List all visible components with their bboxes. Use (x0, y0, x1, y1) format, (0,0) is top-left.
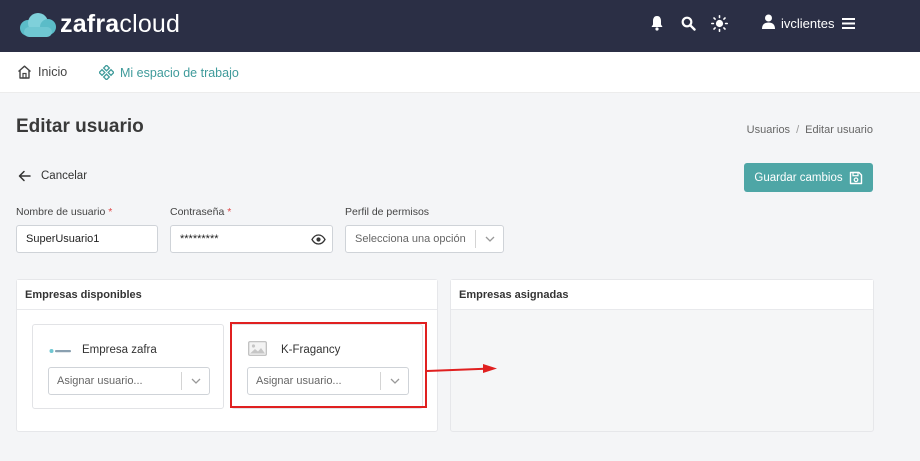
password-label: Contraseña * (170, 206, 231, 218)
logo-text-light: cloud (119, 10, 181, 38)
username-label-text: Nombre de usuario (16, 206, 106, 218)
cancel-label: Cancelar (41, 170, 88, 182)
perfil-placeholder: Selecciona una opción (355, 233, 466, 245)
assign-user-placeholder: Asignar usuario... (57, 375, 143, 387)
top-actions (648, 14, 741, 32)
required-mark: * (227, 206, 232, 218)
save-button[interactable]: Guardar cambios (744, 163, 873, 192)
sun-icon[interactable] (710, 14, 728, 32)
arrow-right-annotation-icon (427, 364, 497, 373)
nav-workspace-label: Mi espacio de trabajo (120, 65, 239, 80)
highlight-annotation (230, 322, 427, 408)
nav-home-label: Inicio (38, 65, 68, 79)
logo-text-bold: zafra (60, 10, 120, 38)
nav-bar: Inicio Mi espacio de trabajo (0, 52, 920, 93)
required-mark: * (108, 206, 113, 218)
available-companies-title: Empresas disponibles (17, 280, 437, 310)
top-bar: zafracloud ivclientes (0, 0, 920, 52)
username-value: SuperUsuario1 (26, 233, 100, 245)
password-field[interactable]: ********* (170, 225, 333, 253)
bell-icon[interactable] (648, 14, 666, 32)
assigned-companies-panel: Empresas asignadas (450, 279, 874, 432)
company-logo-icon (49, 345, 73, 357)
page-title: Editar usuario (16, 116, 144, 137)
user-menu[interactable]: ivclientes (762, 14, 856, 33)
breadcrumb-separator: / (796, 124, 800, 136)
username-label: Nombre de usuario * (16, 206, 112, 218)
zafracloud-logo[interactable]: zafracloud (18, 10, 180, 39)
breadcrumb: Usuarios / Editar usuario (747, 124, 873, 136)
breadcrumb-usuarios[interactable]: Usuarios (747, 124, 790, 136)
cloud-logo-icon (18, 11, 58, 39)
company-name: Empresa zafra (82, 344, 157, 356)
nav-workspace[interactable]: Mi espacio de trabajo (99, 65, 239, 80)
perfil-select[interactable]: Selecciona una opción (345, 225, 504, 253)
home-icon (18, 65, 31, 79)
workspace-icon (99, 65, 114, 80)
user-icon (762, 14, 775, 33)
username-field[interactable]: SuperUsuario1 (16, 225, 158, 253)
breadcrumb-current: Editar usuario (805, 124, 873, 136)
nav-home[interactable]: Inicio (17, 65, 67, 79)
save-label: Guardar cambios (754, 171, 843, 184)
cancel-button[interactable]: Cancelar (18, 170, 87, 182)
menu-icon[interactable] (842, 14, 856, 33)
assign-user-select[interactable]: Asignar usuario... (48, 367, 210, 395)
save-icon (849, 171, 862, 184)
password-value: ********* (180, 233, 219, 245)
company-card: Empresa zafra Asignar usuario... (32, 324, 224, 409)
eye-icon[interactable] (311, 233, 326, 245)
chevron-down-icon (181, 372, 209, 390)
chevron-down-icon (475, 230, 503, 248)
assigned-companies-title: Empresas asignadas (451, 280, 873, 310)
perfil-label: Perfil de permisos (345, 206, 430, 218)
arrow-left-icon (18, 170, 31, 182)
user-name: ivclientes (781, 16, 835, 31)
password-label-text: Contraseña (170, 206, 225, 218)
logo-text: zafracloud (60, 10, 180, 39)
search-icon[interactable] (679, 14, 697, 32)
